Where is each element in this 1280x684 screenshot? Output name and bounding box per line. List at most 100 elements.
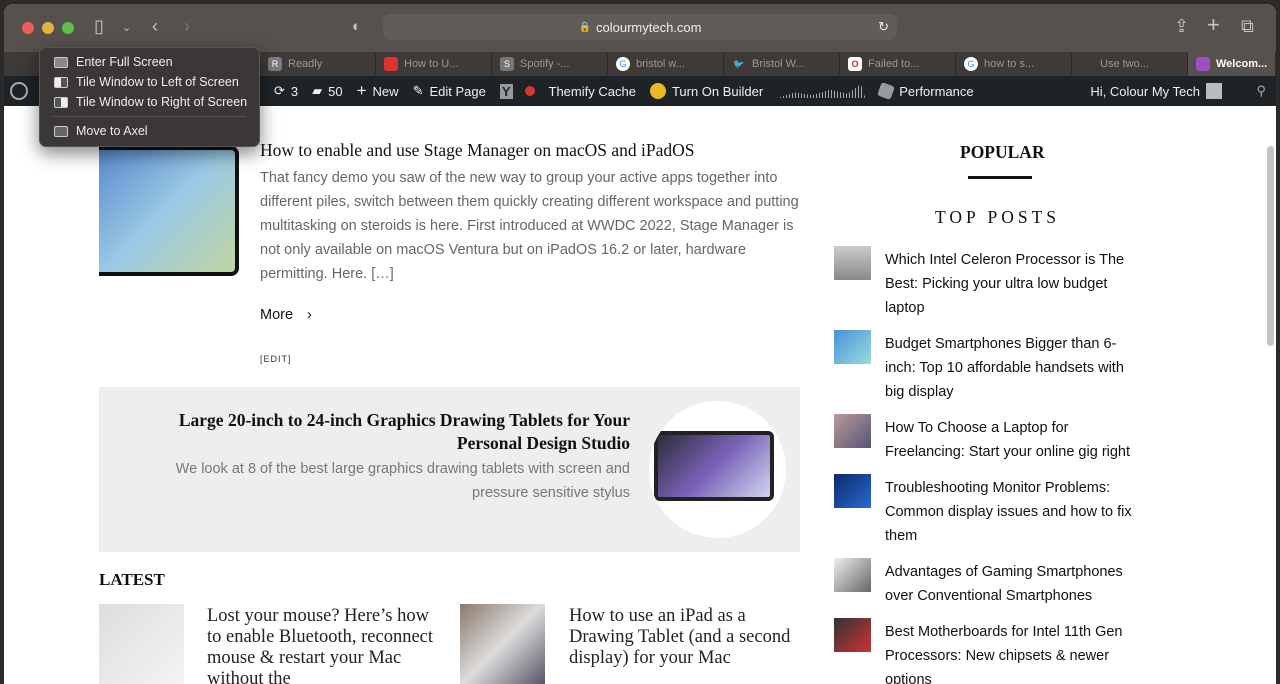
tab[interactable]: Use two... xyxy=(1072,52,1188,76)
apple-icon xyxy=(1080,57,1094,71)
post-title: Which Intel Celeron Processor is The Bes… xyxy=(885,252,1125,316)
more-label: More xyxy=(260,307,294,323)
menu-item-tile-right[interactable]: Tile Window to Right of Screen xyxy=(40,92,259,112)
tab-label: Bristol W... xyxy=(752,58,805,70)
list-item[interactable]: How To Choose a Laptop for Freelancing: … xyxy=(834,414,1135,464)
tab[interactable]: O Failed to... xyxy=(840,52,956,76)
list-item[interactable]: Budget Smartphones Bigger than 6-inch: T… xyxy=(834,330,1135,404)
article-thumbnail[interactable] xyxy=(99,146,239,276)
post-thumbnail xyxy=(834,246,871,280)
post-title: How To Choose a Laptop for Freelancing: … xyxy=(885,420,1131,460)
gauge-icon xyxy=(877,82,896,100)
tab[interactable]: Gbristol w... xyxy=(608,52,724,76)
article-excerpt: That fancy demo you saw of the new way t… xyxy=(260,170,799,282)
promo-banner[interactable]: Large 20-inch to 24-inch Graphics Drawin… xyxy=(99,387,800,552)
latest-thumbnail[interactable] xyxy=(460,604,545,684)
site-icon xyxy=(1196,57,1210,71)
comments-count: 50 xyxy=(328,83,343,99)
latest-thumbnail[interactable] xyxy=(99,604,184,684)
post-title: Best Motherboards for Intel 11th Gen Pro… xyxy=(885,624,1123,684)
post-title: Troubleshooting Monitor Problems: Common… xyxy=(885,480,1132,544)
display-icon xyxy=(54,125,68,137)
performance-label: Performance xyxy=(899,83,974,99)
edit-link[interactable]: [EDIT] xyxy=(260,354,292,364)
new-label: New xyxy=(372,83,399,99)
sidebar-icon[interactable]: ▯ xyxy=(94,16,104,37)
toolbar: ▯ ⌄ ‹ › ◐ 🔒 colourmytech.com ↻ ⇪ + ⧉ xyxy=(4,4,1276,52)
tab-label: Spotify -... xyxy=(520,58,570,70)
site-icon xyxy=(384,57,398,71)
menu-label: Tile Window to Left of Screen xyxy=(76,75,239,89)
post-thumbnail xyxy=(834,474,871,508)
article-title[interactable]: How to enable and use Stage Manager on m… xyxy=(260,140,694,161)
tab[interactable]: S Spotify -... xyxy=(492,52,608,76)
builder-link[interactable]: Turn On Builder xyxy=(649,83,763,99)
scrollbar[interactable] xyxy=(1267,146,1274,346)
stats-sparkline[interactable] xyxy=(777,84,866,98)
tab-label: Welcom... xyxy=(1216,58,1268,70)
search-icon[interactable]: ⚲ xyxy=(1256,83,1266,99)
edit-page-link[interactable]: ✎ Edit Page xyxy=(413,83,486,99)
latest-heading: LATEST xyxy=(99,570,165,589)
latest-title[interactable]: Lost your mouse? Here’s how to enable Bl… xyxy=(207,606,447,684)
smiley-icon xyxy=(649,83,666,99)
edit-label: Edit Page xyxy=(429,83,486,99)
tab-active[interactable]: Welcom... xyxy=(1188,52,1276,76)
tab-label: bristol w... xyxy=(636,58,685,70)
chevron-down-icon[interactable]: ⌄ xyxy=(122,21,131,34)
themify-cache-link[interactable]: Themify Cache xyxy=(549,84,636,99)
readly-icon: R xyxy=(268,57,282,71)
wordpress-icon[interactable] xyxy=(10,82,28,100)
menu-item-full-screen[interactable]: Enter Full Screen xyxy=(40,52,259,72)
comment-icon: ▰ xyxy=(312,83,323,98)
promo-image xyxy=(649,401,786,538)
list-item[interactable]: Troubleshooting Monitor Problems: Common… xyxy=(834,474,1135,548)
opera-icon: O xyxy=(848,57,862,71)
cache-label: Themify Cache xyxy=(548,83,636,99)
list-item[interactable]: Best Motherboards for Intel 11th Gen Pro… xyxy=(834,618,1135,684)
top-posts-heading: TOP POSTS xyxy=(935,207,1060,227)
share-icon[interactable]: ⇪ xyxy=(1174,16,1189,37)
account-link[interactable]: Hi, Colour My Tech xyxy=(1090,83,1222,99)
page-content: How to enable and use Stage Manager on m… xyxy=(4,106,1276,684)
plus-icon: + xyxy=(356,81,367,100)
minimize-button[interactable] xyxy=(42,22,54,34)
performance-link[interactable]: Performance xyxy=(877,82,974,100)
forward-icon[interactable]: › xyxy=(184,16,190,37)
updates-link[interactable]: ⟳ 3 xyxy=(274,83,298,99)
address-bar[interactable]: 🔒 colourmytech.com ↻ xyxy=(383,14,897,40)
zoom-button[interactable] xyxy=(62,22,74,34)
list-item[interactable]: Advantages of Gaming Smartphones over Co… xyxy=(834,558,1135,608)
latest-title[interactable]: How to use an iPad as a Drawing Tablet (… xyxy=(569,606,809,669)
tab[interactable]: R Readly xyxy=(260,52,376,76)
top-posts-list: Which Intel Celeron Processor is The Bes… xyxy=(834,246,1135,684)
post-title: Budget Smartphones Bigger than 6-inch: T… xyxy=(885,336,1124,400)
menu-item-move-to-display[interactable]: Move to Axel xyxy=(40,121,259,141)
close-button[interactable] xyxy=(22,22,34,34)
tab[interactable]: How to U... xyxy=(376,52,492,76)
tab[interactable]: Ghow to s... xyxy=(956,52,1072,76)
reload-icon[interactable]: ↻ xyxy=(878,19,889,35)
shield-icon[interactable]: ◐ xyxy=(352,18,361,35)
promo-desc: We look at 8 of the best large graphics … xyxy=(175,461,630,501)
list-item[interactable]: Which Intel Celeron Processor is The Bes… xyxy=(834,246,1135,320)
yoast-icon: Y xyxy=(499,83,513,99)
tab[interactable]: 🐦 Bristol W... xyxy=(724,52,840,76)
post-thumbnail xyxy=(834,414,871,448)
divider xyxy=(53,116,246,117)
tab-overview-icon[interactable]: ⧉ xyxy=(1241,16,1254,37)
back-icon[interactable]: ‹ xyxy=(152,16,158,37)
post-thumbnail xyxy=(834,558,871,592)
more-link[interactable]: More › xyxy=(260,307,312,323)
tile-right-icon xyxy=(54,96,68,108)
comments-link[interactable]: ▰ 50 xyxy=(312,83,342,99)
tab-label: How to U... xyxy=(404,58,459,70)
promo-title: Large 20-inch to 24-inch Graphics Drawin… xyxy=(178,410,630,453)
new-link[interactable]: + New xyxy=(357,81,399,101)
tab-label: how to s... xyxy=(984,58,1035,70)
new-tab-icon[interactable]: + xyxy=(1207,12,1220,38)
menu-item-tile-left[interactable]: Tile Window to Left of Screen xyxy=(40,72,259,92)
chevron-right-icon: › xyxy=(307,307,312,323)
full-screen-icon xyxy=(54,56,68,68)
yoast-link[interactable]: Y xyxy=(499,83,535,99)
